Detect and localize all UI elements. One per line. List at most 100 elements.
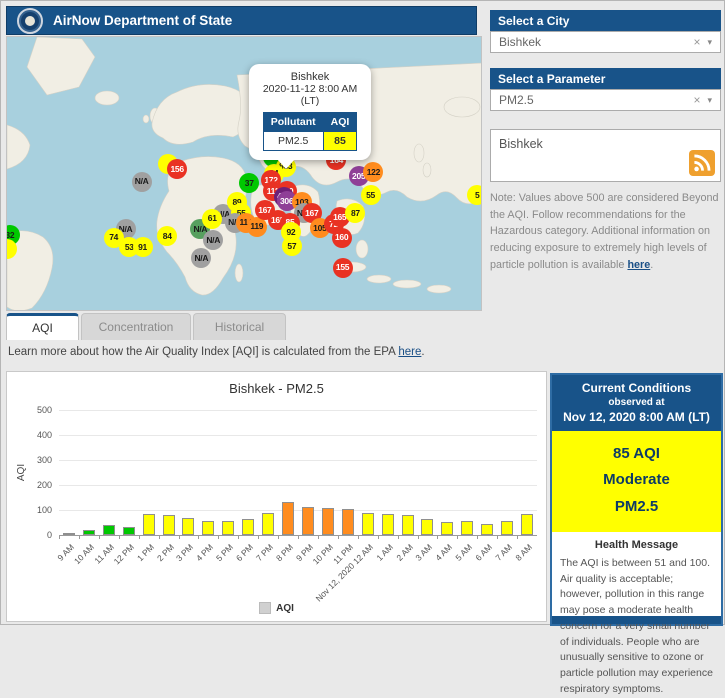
world-aqi-map[interactable]: 32N/A156N/A74539184N/AN/AN/AN/A8955N/A11… bbox=[6, 36, 482, 311]
chart-gridline bbox=[59, 485, 537, 486]
chart-bar bbox=[421, 519, 433, 535]
panel-footer-bar bbox=[552, 616, 721, 624]
chart-plot-area: 01002003004005009 AM10 AM11 AM12 PM1 PM2… bbox=[59, 410, 537, 536]
chart-y-tick-label: 500 bbox=[37, 405, 52, 415]
chart-bar bbox=[322, 508, 334, 535]
chart-x-tick bbox=[298, 535, 299, 539]
learn-more-line: Learn more about how the Air Quality Ind… bbox=[8, 346, 425, 358]
city-dropdown-value: Bishkek bbox=[499, 35, 541, 49]
chart-bar bbox=[342, 509, 354, 535]
chart-x-tick bbox=[218, 535, 219, 539]
chart-bar bbox=[103, 525, 115, 536]
map-marker[interactable]: 5 bbox=[467, 185, 482, 205]
chart-gridline bbox=[59, 460, 537, 461]
map-marker[interactable]: 57 bbox=[282, 236, 302, 256]
chart-bar bbox=[282, 502, 294, 535]
learn-more-here-link[interactable]: here bbox=[398, 346, 421, 358]
chart-x-tick bbox=[198, 535, 199, 539]
feed-box: Bishkek bbox=[490, 129, 721, 182]
chart-y-tick-label: 200 bbox=[37, 480, 52, 490]
chart-bar bbox=[461, 521, 473, 535]
health-message-text: The AQI is between 51 and 100. Air quali… bbox=[560, 556, 713, 698]
chart-y-tick-label: 100 bbox=[37, 505, 52, 515]
chart-x-tick bbox=[517, 535, 518, 539]
chart-x-tick bbox=[139, 535, 140, 539]
map-marker[interactable]: 87 bbox=[345, 203, 365, 223]
map-marker[interactable]: 55 bbox=[361, 185, 381, 205]
observed-at-label: observed at bbox=[556, 397, 717, 408]
chart-title: Bishkek - PM2.5 bbox=[7, 381, 546, 396]
note-suffix: . bbox=[650, 259, 653, 271]
select-city-label: Select a City bbox=[498, 14, 569, 28]
chart-x-tick bbox=[59, 535, 60, 539]
chart-x-tick bbox=[79, 535, 80, 539]
chart-x-tick bbox=[179, 535, 180, 539]
select-city-header: Select a City bbox=[490, 10, 721, 31]
app-title: AirNow Department of State bbox=[53, 13, 232, 28]
chart-x-tick bbox=[99, 535, 100, 539]
tab-historical[interactable]: Historical bbox=[193, 313, 286, 340]
select-parameter-label: Select a Parameter bbox=[498, 72, 605, 86]
chart-x-tick bbox=[418, 535, 419, 539]
map-marker[interactable]: 160 bbox=[332, 228, 352, 248]
chart-bar bbox=[362, 513, 374, 536]
current-conditions-title: Current Conditions bbox=[556, 381, 717, 395]
chart-bar bbox=[123, 527, 135, 535]
parameter-dropdown[interactable]: PM2.5 × ▾ bbox=[490, 89, 721, 111]
map-marker[interactable]: N/A bbox=[132, 172, 152, 192]
popup-aqi-value: 85 bbox=[323, 132, 357, 151]
popup-pollutant-value: PM2.5 bbox=[263, 132, 323, 151]
map-popup: Bishkek 2020-11-12 8:00 AM (LT) Pollutan… bbox=[249, 64, 371, 160]
tab-concentration[interactable]: Concentration bbox=[81, 313, 191, 340]
parameter-clear-icon[interactable]: × bbox=[686, 93, 707, 107]
note-text: Note: Values above 500 are considered Be… bbox=[490, 192, 719, 271]
chart-legend: AQI bbox=[7, 602, 546, 614]
chart-x-tick bbox=[278, 535, 279, 539]
map-marker[interactable]: 84 bbox=[157, 226, 177, 246]
city-caret-down-icon[interactable]: ▾ bbox=[707, 37, 720, 48]
map-marker[interactable]: 61 bbox=[202, 209, 222, 229]
map-marker[interactable]: 156 bbox=[167, 159, 187, 179]
rss-icon[interactable] bbox=[689, 150, 715, 176]
tab-aqi[interactable]: AQI bbox=[6, 313, 79, 340]
chart-gridline bbox=[59, 410, 537, 411]
feed-city-label: Bishkek bbox=[499, 137, 543, 151]
chart-y-tick-label: 0 bbox=[47, 530, 52, 540]
chart-x-tick bbox=[477, 535, 478, 539]
chart-x-tick bbox=[437, 535, 438, 539]
city-clear-icon[interactable]: × bbox=[686, 35, 707, 49]
aqi-chart-panel: Bishkek - PM2.5 AQI 01002003004005009 AM… bbox=[6, 371, 547, 622]
department-of-state-seal-icon bbox=[17, 8, 43, 34]
chart-bar bbox=[302, 507, 314, 535]
learn-more-text: Learn more about how the Air Quality Ind… bbox=[8, 346, 398, 358]
legend-swatch-icon bbox=[259, 602, 271, 614]
chart-x-tick bbox=[338, 535, 339, 539]
parameter-dropdown-value: PM2.5 bbox=[499, 93, 534, 107]
chart-gridline bbox=[59, 510, 537, 511]
map-marker[interactable]: N/A bbox=[191, 248, 211, 268]
map-marker[interactable]: 122 bbox=[363, 162, 383, 182]
chart-bar bbox=[163, 515, 175, 535]
aqi-value: 85 AQI bbox=[552, 441, 721, 467]
map-marker[interactable]: 37 bbox=[239, 173, 259, 193]
current-conditions-header: Current Conditions observed at Nov 12, 2… bbox=[552, 375, 721, 431]
note-here-link[interactable]: here bbox=[627, 259, 650, 271]
chart-bar bbox=[501, 521, 513, 535]
chart-bar bbox=[63, 533, 75, 535]
chart-x-tick bbox=[398, 535, 399, 539]
city-dropdown[interactable]: Bishkek × ▾ bbox=[490, 31, 721, 53]
chart-bar bbox=[441, 522, 453, 536]
parameter-caret-down-icon[interactable]: ▾ bbox=[707, 95, 720, 106]
aqi-category: Moderate bbox=[552, 467, 721, 493]
legend-label: AQI bbox=[276, 603, 294, 614]
chart-bar bbox=[262, 513, 274, 535]
popup-col-aqi: AQI bbox=[323, 113, 357, 132]
map-marker[interactable]: 155 bbox=[333, 258, 353, 278]
chart-bar bbox=[402, 515, 414, 535]
chart-bar bbox=[382, 514, 394, 535]
map-marker[interactable]: N/A bbox=[203, 230, 223, 250]
observed-datetime: Nov 12, 2020 8:00 AM (LT) bbox=[556, 410, 717, 424]
chart-x-tick bbox=[318, 535, 319, 539]
map-marker[interactable]: 91 bbox=[133, 237, 153, 257]
popup-table: Pollutant AQI PM2.5 85 bbox=[263, 112, 358, 151]
